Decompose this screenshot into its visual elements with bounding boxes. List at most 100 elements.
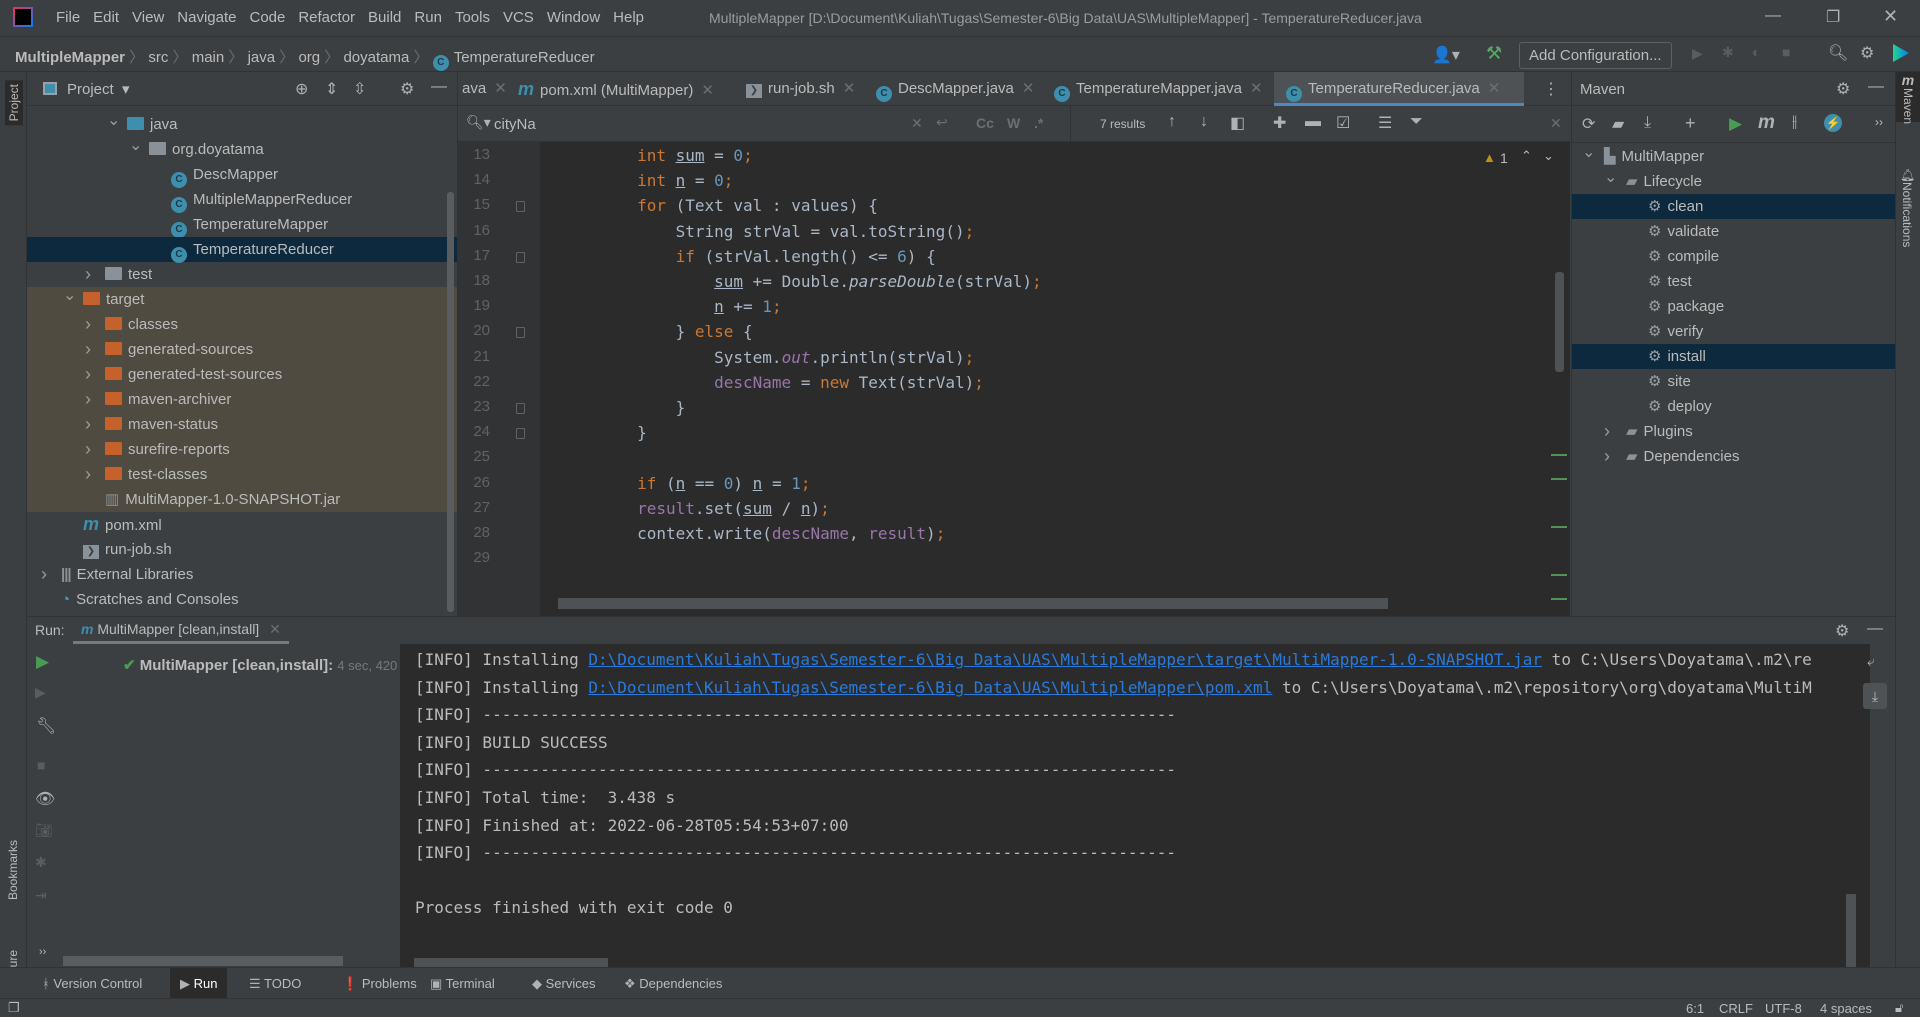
editor-tab[interactable]: m pom.xml (MultiMapper) ✕ xyxy=(506,72,734,106)
menu-refactor[interactable]: Refactor xyxy=(298,9,355,26)
run-hide-icon[interactable]: — xyxy=(1867,620,1883,638)
line-separator[interactable]: CRLF xyxy=(1719,1001,1753,1016)
chevron-down-icon[interactable]: ⌄ xyxy=(1604,165,1617,190)
chevron-right-icon[interactable]: › xyxy=(85,262,91,287)
menu-run[interactable]: Run xyxy=(414,9,442,26)
tree-item[interactable]: › surefire-reports xyxy=(27,437,457,462)
code-line[interactable]: n += 1; xyxy=(560,297,781,316)
build-hammer-icon[interactable]: ⚒ xyxy=(1486,43,1502,64)
code-line[interactable]: context.write(descName, result); xyxy=(560,524,945,543)
code-line[interactable]: sum += Double.parseDouble(strVal); xyxy=(560,272,1042,291)
chevron-right-icon[interactable]: › xyxy=(1604,419,1610,444)
maven-lifecycle[interactable]: ⌄ ▰ Lifecycle xyxy=(1572,169,1896,194)
match-case-toggle[interactable]: Cc xyxy=(976,115,994,131)
code-line[interactable]: } xyxy=(560,398,686,417)
breadcrumb-item[interactable]: java xyxy=(248,49,276,66)
tree-item[interactable]: ▥ MultiMapper-1.0-SNAPSHOT.jar xyxy=(27,487,457,512)
maven-goal-compile[interactable]: ⚙ compile xyxy=(1572,244,1896,269)
tree-item[interactable]: ⌄ java xyxy=(27,112,457,137)
find-input[interactable] xyxy=(494,113,824,135)
toolwindow-terminal[interactable]: ▣ Terminal xyxy=(420,968,505,999)
project-view-selector[interactable]: Project ▾ xyxy=(67,80,130,98)
chevron-down-icon[interactable]: ⌄ xyxy=(63,283,76,308)
chevron-right-icon[interactable]: › xyxy=(85,462,91,487)
menu-help[interactable]: Help xyxy=(613,9,644,26)
tree-item[interactable]: › maven-status xyxy=(27,412,457,437)
search-icon[interactable]: 🔍︎ xyxy=(1828,43,1848,63)
offline-mode-icon[interactable]: ⚡ xyxy=(1824,114,1842,132)
chevron-right-icon[interactable]: › xyxy=(85,337,91,362)
editor-tab[interactable]: C TemperatureMapper.java ✕ xyxy=(1042,72,1274,106)
breadcrumb-item[interactable]: src xyxy=(148,49,168,66)
more-icon[interactable]: ›› xyxy=(39,946,46,958)
chevron-down-icon[interactable]: ⌄ xyxy=(107,108,120,133)
chevron-right-icon[interactable]: › xyxy=(41,562,47,587)
code-line[interactable]: result.set(sum / n); xyxy=(560,499,830,518)
regex-toggle[interactable]: .* xyxy=(1034,115,1043,131)
lock-icon[interactable]: 🔓︎ xyxy=(1895,1000,1903,1016)
rerun-failed-icon[interactable]: ▶ xyxy=(35,684,46,701)
search-history-icon[interactable]: 🔍︎▾ xyxy=(466,114,491,131)
menu-edit[interactable]: Edit xyxy=(93,9,119,26)
tree-item[interactable]: C DescMapper xyxy=(27,162,457,188)
run-maven-icon[interactable]: ▶ xyxy=(1729,114,1742,134)
breadcrumb-item[interactable]: main xyxy=(192,49,225,66)
import-icon[interactable]: ⇥ xyxy=(35,887,47,904)
run-tab[interactable]: m MultiMapper [clean,install] ✕ xyxy=(73,617,289,644)
maven-dependencies[interactable]: › ▰ Dependencies xyxy=(1572,444,1896,469)
close-find-icon[interactable]: ✕ xyxy=(1550,115,1562,132)
stop-icon[interactable]: ■ xyxy=(1782,44,1790,60)
code-line[interactable]: String strVal = val.toString(); xyxy=(560,222,975,241)
close-tab-icon[interactable]: ✕ xyxy=(1488,80,1501,97)
file-encoding[interactable]: UTF-8 xyxy=(1765,1001,1802,1016)
chevron-down-icon[interactable]: ⌄ xyxy=(129,133,142,158)
code-line[interactable]: System.out.println(strVal); xyxy=(560,348,974,367)
console-output[interactable]: [INFO] Installing D:\Document\Kuliah\Tug… xyxy=(400,644,1870,968)
clear-search-icon[interactable]: ✕ xyxy=(911,115,923,132)
console-file-link[interactable]: D:\Document\Kuliah\Tugas\Semester-6\Big … xyxy=(588,678,1272,697)
indent-setting[interactable]: 4 spaces xyxy=(1820,1001,1872,1016)
editor-tab[interactable]: ava ✕ xyxy=(458,72,507,106)
filter-options-icon[interactable]: ☰ xyxy=(1378,113,1392,133)
code-line[interactable]: descName = new Text(strVal); xyxy=(560,373,984,392)
camera-icon[interactable]: 📷︎ xyxy=(35,822,53,839)
maven-plugins[interactable]: › ▰ Plugins xyxy=(1572,419,1896,444)
code-line[interactable]: } else { xyxy=(560,322,753,341)
maven-goal-test[interactable]: ⚙ test xyxy=(1572,269,1896,294)
previous-occurrence-icon[interactable]: ↑ xyxy=(1168,113,1176,131)
breadcrumb-item[interactable]: TemperatureReducer xyxy=(454,49,595,66)
settings-gear-icon[interactable]: ⚙ xyxy=(1860,43,1874,63)
menu-view[interactable]: View xyxy=(132,9,164,26)
close-tab-icon[interactable]: ✕ xyxy=(701,82,714,99)
tree-item[interactable]: › generated-sources xyxy=(27,337,457,362)
caret-position[interactable]: 6:1 xyxy=(1686,1001,1704,1016)
close-tab-icon[interactable]: ✕ xyxy=(843,80,856,97)
tree-item[interactable]: › test xyxy=(27,262,457,287)
tree-item[interactable]: C TemperatureReducer xyxy=(27,237,457,263)
tree-item[interactable]: › classes xyxy=(27,312,457,337)
menu-file[interactable]: File xyxy=(56,9,80,26)
next-occurrence-icon[interactable]: ↓ xyxy=(1200,113,1208,131)
chevron-down-icon[interactable]: ⌄ xyxy=(1582,140,1595,165)
warning-icon[interactable]: ▲ xyxy=(1483,150,1496,165)
chevron-right-icon[interactable]: › xyxy=(85,437,91,462)
rerun-icon[interactable]: ▶ xyxy=(36,652,49,672)
intellij-logo-icon[interactable] xyxy=(13,7,33,27)
maven-goal-deploy[interactable]: ⚙ deploy xyxy=(1572,394,1896,419)
skip-tests-icon[interactable]: ⫲ xyxy=(1792,113,1797,131)
tree-item[interactable]: › test-classes xyxy=(27,462,457,487)
menu-vcs[interactable]: VCS xyxy=(503,9,534,26)
reload-icon[interactable]: ⟳ xyxy=(1582,114,1595,134)
maven-settings-icon[interactable]: ⚙ xyxy=(1836,79,1850,99)
menu-navigate[interactable]: Navigate xyxy=(177,9,236,26)
code-editor[interactable]: 13 14 15 16 17 18 19 20 21 22 23 24 25 26 27 28 29 int s… xyxy=(458,142,1570,616)
bookmarks-stripe-button[interactable]: Bookmarks xyxy=(6,840,20,900)
toolwindow-run[interactable]: ▶ Run xyxy=(170,968,228,999)
maven-goal-validate[interactable]: ⚙ validate xyxy=(1572,219,1896,244)
chevron-right-icon[interactable]: › xyxy=(85,312,91,337)
next-highlight-icon[interactable]: ⌄ xyxy=(1543,148,1554,164)
words-toggle[interactable]: W xyxy=(1007,115,1020,131)
reimport-folder-icon[interactable]: ▰ xyxy=(1612,114,1624,134)
editor-tab[interactable]: C DescMapper.java ✕ xyxy=(864,72,1042,106)
debug-settings-icon[interactable]: ✱ xyxy=(35,854,47,871)
